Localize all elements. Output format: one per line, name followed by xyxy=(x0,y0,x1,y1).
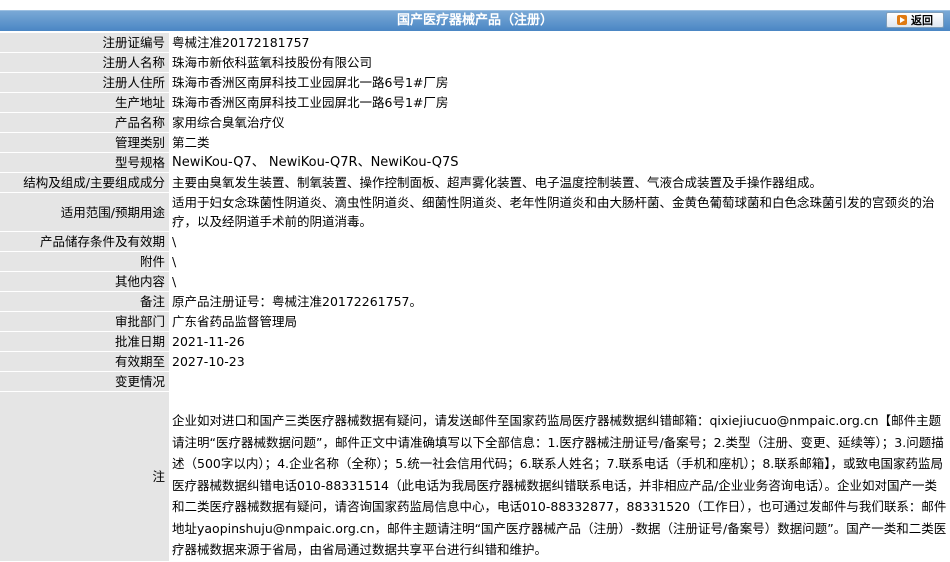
row-label: 批准日期 xyxy=(0,332,169,351)
row-label: 适用范围/预期用途 xyxy=(0,193,169,231)
table-row: 有效期至 2027-10-23 xyxy=(0,352,950,371)
table-row: 产品储存条件及有效期 \ xyxy=(0,232,950,251)
row-value: 粤械注准20172181757 xyxy=(169,33,950,52)
page-header: 国产医疗器械产品（注册） 返回 xyxy=(0,10,950,31)
table-row: 附件 \ xyxy=(0,252,950,271)
detail-table: 注册证编号 粤械注准20172181757 注册人名称 珠海市新依科蓝氧科技股份有限… xyxy=(0,32,950,562)
row-label: 结构及组成/主要组成成分 xyxy=(0,173,169,192)
row-label: 附件 xyxy=(0,252,169,271)
note-label: 注 xyxy=(0,392,169,561)
row-value: 珠海市香洲区南屏科技工业园屏北一路6号1#厂房 xyxy=(169,73,950,92)
row-value: 2027-10-23 xyxy=(169,352,950,371)
row-value: 家用综合臭氧治疗仪 xyxy=(169,113,950,132)
row-label: 注册证编号 xyxy=(0,33,169,52)
row-label: 注册人名称 xyxy=(0,53,169,72)
row-value: 主要由臭氧发生装置、制氧装置、操作控制面板、超声雾化装置、电子温度控制装置、气液… xyxy=(169,173,950,192)
row-label: 产品储存条件及有效期 xyxy=(0,232,169,251)
table-row: 审批部门 广东省药品监督管理局 xyxy=(0,312,950,331)
row-label: 产品名称 xyxy=(0,113,169,132)
table-row: 注册人名称 珠海市新依科蓝氧科技股份有限公司 xyxy=(0,53,950,72)
row-value xyxy=(169,372,950,391)
row-value: 珠海市新依科蓝氧科技股份有限公司 xyxy=(169,53,950,72)
back-button-label: 返回 xyxy=(911,14,933,27)
row-value: 2021-11-26 xyxy=(169,332,950,351)
row-value: 原产品注册证号：粤械注准20172261757。 xyxy=(169,292,950,311)
back-button[interactable]: 返回 xyxy=(886,12,944,28)
row-label: 有效期至 xyxy=(0,352,169,371)
row-value: \ xyxy=(169,252,950,271)
note-text: 企业如对进口和国产三类医疗器械数据有疑问，请发送邮件至国家药监局医疗器械数据纠错… xyxy=(169,392,950,561)
row-value: 第二类 xyxy=(169,133,950,152)
table-row: 结构及组成/主要组成成分 主要由臭氧发生装置、制氧装置、操作控制面板、超声雾化装置… xyxy=(0,173,950,192)
row-label: 生产地址 xyxy=(0,93,169,112)
table-row: 注册人住所 珠海市香洲区南屏科技工业园屏北一路6号1#厂房 xyxy=(0,73,950,92)
row-value: NewiKou-Q7、 NewiKou-Q7R、NewiKou-Q7S xyxy=(169,153,950,172)
row-value: \ xyxy=(169,272,950,291)
row-value: 广东省药品监督管理局 xyxy=(169,312,950,331)
table-row: 其他内容 \ xyxy=(0,272,950,291)
row-label: 注册人住所 xyxy=(0,73,169,92)
table-row: 批准日期 2021-11-26 xyxy=(0,332,950,351)
row-value: 珠海市香洲区南屏科技工业园屏北一路6号1#厂房 xyxy=(169,93,950,112)
row-label: 审批部门 xyxy=(0,312,169,331)
row-label: 备注 xyxy=(0,292,169,311)
row-value: 适用于妇女念珠菌性阴道炎、滴虫性阴道炎、细菌性阴道炎、老年性阴道炎和由大肠杆菌、… xyxy=(169,193,950,231)
table-row: 生产地址 珠海市香洲区南屏科技工业园屏北一路6号1#厂房 xyxy=(0,93,950,112)
table-row: 注册证编号 粤械注准20172181757 xyxy=(0,33,950,52)
table-row: 型号规格 NewiKou-Q7、 NewiKou-Q7R、NewiKou-Q7S xyxy=(0,153,950,172)
row-label: 其他内容 xyxy=(0,272,169,291)
table-row: 管理类别 第二类 xyxy=(0,133,950,152)
row-value: \ xyxy=(169,232,950,251)
table-row: 变更情况 xyxy=(0,372,950,391)
row-label: 管理类别 xyxy=(0,133,169,152)
table-row: 适用范围/预期用途 适用于妇女念珠菌性阴道炎、滴虫性阴道炎、细菌性阴道炎、老年性阴… xyxy=(0,193,950,231)
row-label: 变更情况 xyxy=(0,372,169,391)
row-label: 型号规格 xyxy=(0,153,169,172)
table-row: 备注 原产品注册证号：粤械注准20172261757。 xyxy=(0,292,950,311)
table-row: 注企业如对进口和国产三类医疗器械数据有疑问，请发送邮件至国家药监局医疗器械数据纠… xyxy=(0,392,950,561)
page-title: 国产医疗器械产品（注册） xyxy=(396,13,553,28)
table-row: 产品名称 家用综合臭氧治疗仪 xyxy=(0,113,950,132)
arrow-right-icon xyxy=(897,15,907,25)
